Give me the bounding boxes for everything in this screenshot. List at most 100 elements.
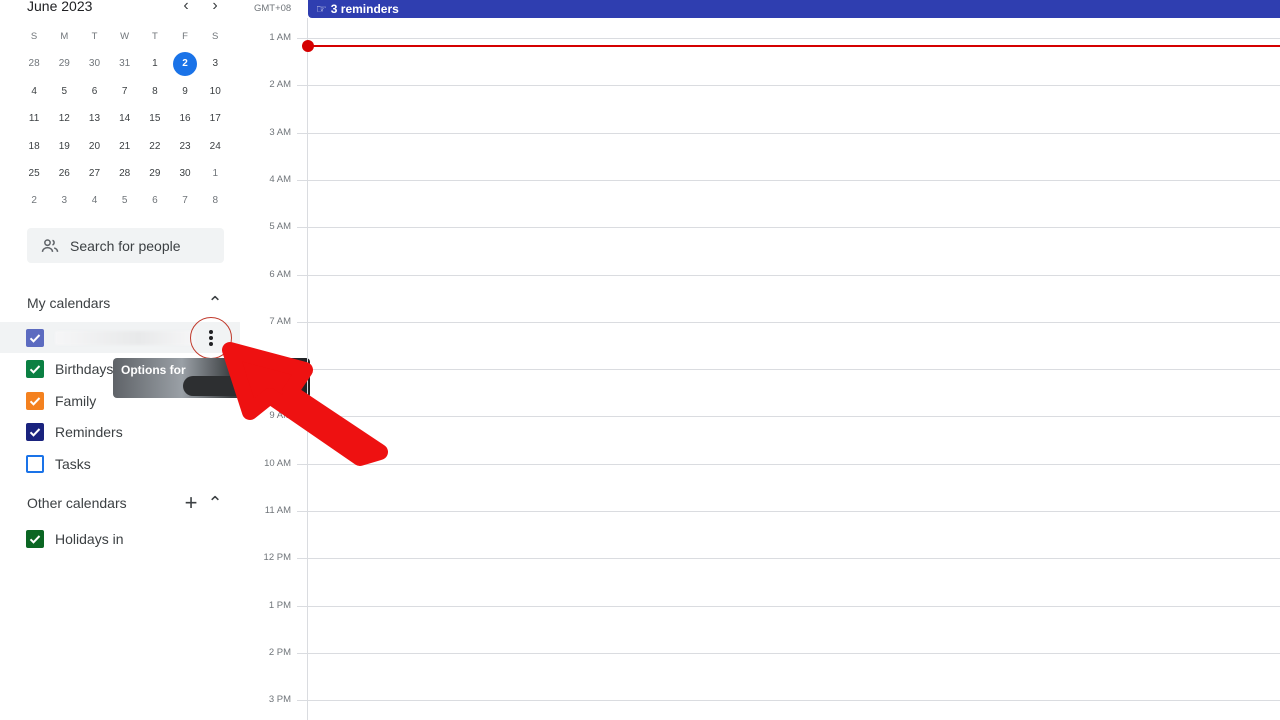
hour-label: 6 AM (269, 268, 291, 280)
day-cell[interactable]: 31 (110, 55, 140, 82)
weekday-label: T (151, 31, 158, 42)
day-cell[interactable]: 3 (200, 55, 230, 82)
sidebar: June 2023 ‹ › S M T W T F S 28 29 30 31 1 2 3 4 5 6 7 8 9 10… (0, 0, 310, 720)
hour-label: 1 AM (269, 32, 291, 43)
chevron-left-icon[interactable]: ‹ (177, 0, 195, 15)
day-cell[interactable]: 5 (110, 192, 140, 219)
day-cell[interactable]: 28 (110, 165, 140, 192)
day-cell[interactable]: 14 (110, 110, 140, 137)
day-cell[interactable]: 5 (49, 83, 79, 110)
week-row: 28 29 30 31 1 2 3 (19, 52, 231, 82)
my-calendars-title: My calendars (27, 295, 111, 311)
day-number: 17 (209, 113, 221, 125)
weekday-label: F (182, 31, 188, 42)
week-row: 4 5 6 7 8 9 10 (19, 83, 231, 110)
day-cell[interactable]: 30 (79, 55, 109, 82)
day-cell[interactable]: 6 (79, 83, 109, 110)
day-cell[interactable]: 9 (170, 83, 200, 110)
chevron-right-icon[interactable]: › (206, 0, 224, 15)
day-cell[interactable]: 30 (170, 165, 200, 192)
day-cell[interactable]: 11 (19, 110, 49, 137)
hour-gridline (297, 274, 1280, 276)
day-cell[interactable]: 24 (200, 138, 230, 165)
day-number: 10 (209, 85, 221, 97)
day-cell[interactable]: 2 (19, 192, 49, 219)
day-number: 15 (149, 113, 161, 125)
day-cell-today[interactable]: 2 (170, 52, 200, 82)
day-number: 28 (119, 167, 131, 179)
day-cell[interactable]: 23 (170, 138, 200, 165)
hour-row: 10 AM (245, 458, 1280, 469)
day-cell[interactable]: 6 (140, 192, 170, 219)
calendar-checkbox[interactable] (26, 360, 44, 378)
day-number: 2 (173, 52, 198, 77)
week-row: 25 26 27 28 29 30 1 (19, 165, 231, 192)
day-cell[interactable]: 25 (19, 165, 49, 192)
day-number: 22 (149, 140, 161, 152)
calendar-checkbox[interactable] (26, 328, 44, 347)
calendar-item[interactable]: Holidays in (0, 523, 240, 554)
day-cell[interactable]: 1 (200, 165, 230, 192)
mini-calendar-title: June 2023 (27, 0, 93, 14)
reminder-icon: ☞ (316, 2, 327, 16)
day-cell[interactable]: 21 (110, 138, 140, 165)
day-number: 4 (91, 195, 98, 207)
day-number: 20 (88, 140, 101, 152)
hour-row: 2 AM (245, 79, 1280, 90)
day-number: 27 (88, 167, 101, 179)
my-calendars-header[interactable]: My calendars ⌃ (27, 292, 227, 314)
calendar-item[interactable]: Tasks (0, 448, 240, 479)
day-number: 24 (209, 140, 221, 152)
day-cell[interactable]: 8 (140, 83, 170, 110)
day-cell[interactable]: 3 (49, 192, 79, 219)
calendar-checkbox[interactable] (26, 454, 44, 473)
day-number: 16 (179, 113, 191, 125)
day-number: 23 (179, 140, 191, 152)
weekday-label: M (60, 31, 69, 42)
day-cell[interactable]: 7 (170, 192, 200, 219)
calendar-checkbox[interactable] (26, 423, 44, 441)
day-cell[interactable]: 8 (200, 192, 230, 219)
day-cell[interactable]: 7 (110, 83, 140, 110)
check-icon (29, 365, 41, 374)
mini-calendar-grid: S M T W T F S 28 29 30 31 1 2 3 4 5 6 7 8 9 10 11 12 13 14 15 16 17… (19, 28, 231, 220)
other-calendars-header[interactable]: Other calendars + ⌃ (27, 490, 227, 516)
day-cell[interactable]: 10 (200, 83, 230, 110)
all-day-event[interactable]: ☞ 3 reminders (308, 0, 1280, 18)
hour-label: 4 AM (269, 173, 291, 185)
people-icon (41, 238, 59, 252)
day-number: 28 (28, 58, 40, 70)
day-cell[interactable]: 20 (79, 138, 109, 165)
calendar-checkbox[interactable] (26, 529, 44, 548)
day-cell[interactable]: 15 (140, 110, 170, 137)
day-cell[interactable]: 27 (79, 165, 109, 192)
hour-label: 12 PM (263, 552, 291, 564)
day-number: 12 (58, 113, 70, 125)
day-cell[interactable]: 28 (19, 55, 49, 82)
hour-label: 8 AM (269, 363, 291, 375)
day-cell[interactable]: 1 (140, 55, 170, 82)
calendar-item[interactable]: Reminders (0, 417, 240, 448)
chevron-up-icon[interactable]: ⌃ (203, 293, 227, 314)
hour-label: 3 AM (269, 126, 291, 138)
day-cell[interactable]: 19 (49, 138, 79, 165)
day-cell[interactable]: 4 (79, 192, 109, 219)
plus-icon[interactable]: + (179, 490, 203, 516)
day-cell[interactable]: 22 (140, 138, 170, 165)
hour-row: 5 AM (245, 221, 1280, 232)
day-cell[interactable]: 13 (79, 110, 109, 137)
day-cell[interactable]: 4 (19, 83, 49, 110)
search-people-input[interactable]: Search for people (27, 228, 224, 263)
day-cell[interactable]: 29 (140, 165, 170, 192)
day-cell[interactable]: 12 (49, 110, 79, 137)
day-number: 26 (58, 167, 70, 179)
chevron-up-icon[interactable]: ⌃ (203, 493, 227, 514)
day-cell[interactable]: 16 (170, 110, 200, 137)
day-number: 21 (119, 140, 131, 152)
day-cell[interactable]: 26 (49, 165, 79, 192)
day-cell[interactable]: 29 (49, 55, 79, 82)
day-cell[interactable]: 18 (19, 138, 49, 165)
calendar-checkbox[interactable] (26, 391, 44, 410)
day-cell[interactable]: 17 (200, 110, 230, 137)
check-icon (29, 534, 41, 544)
